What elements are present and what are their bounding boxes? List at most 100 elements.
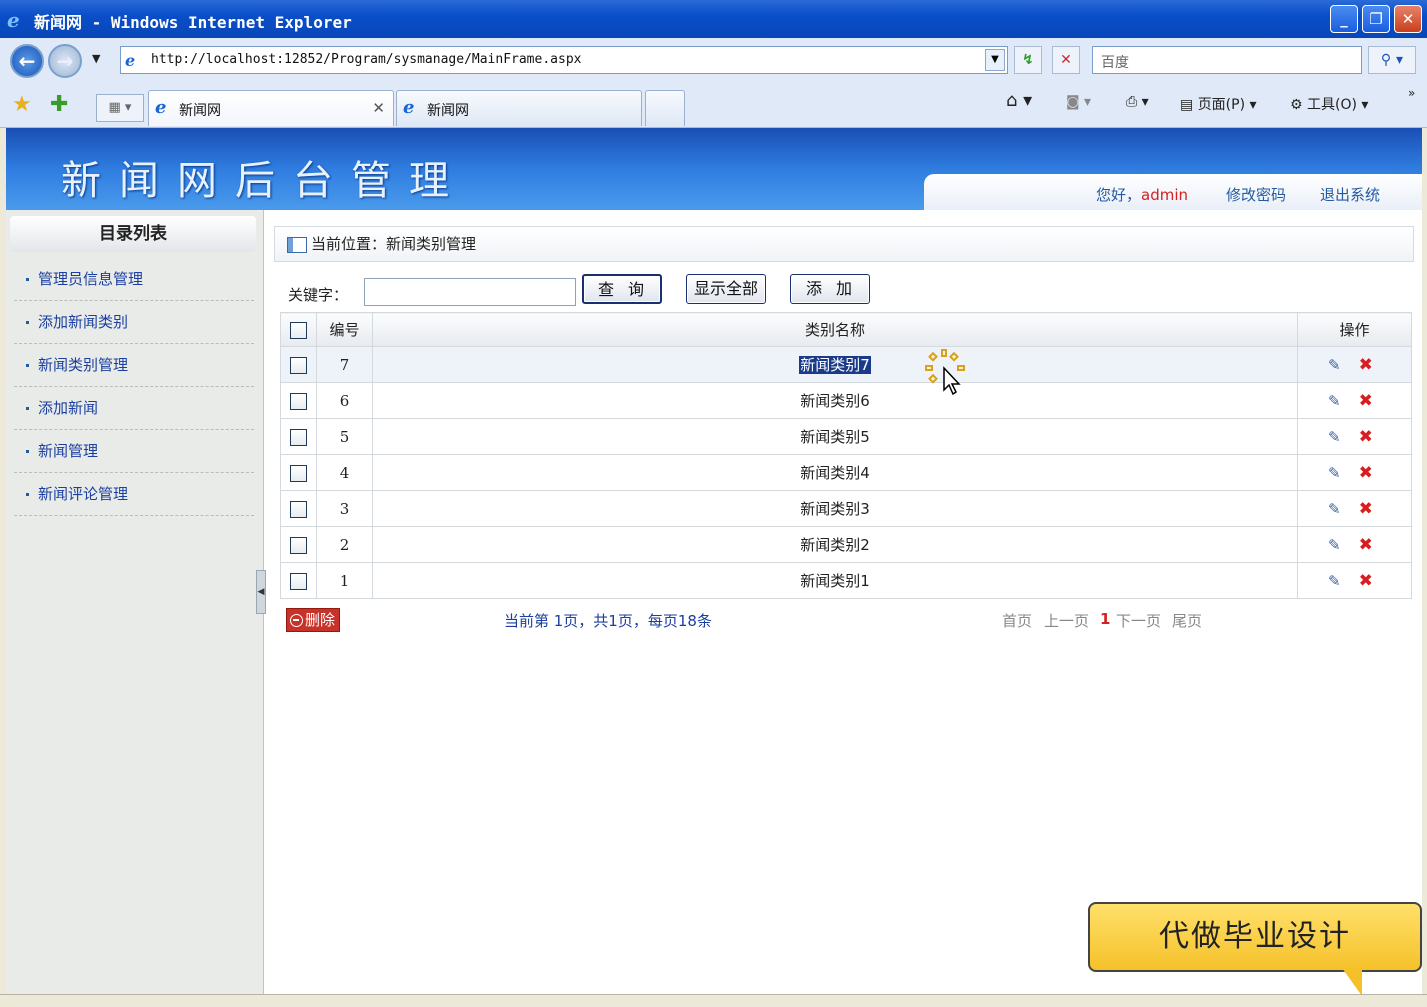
tools-menu[interactable]: ⚙ 工具(O) ▾ — [1290, 94, 1368, 114]
keyword-input[interactable] — [364, 278, 576, 306]
pager-last-link[interactable]: 尾页 — [1172, 610, 1202, 631]
row-name: 新闻类别6 — [372, 382, 1298, 419]
category-table: 编号 类别名称 操作 7 新闻类别7 ✎ ✖ 6 新闻类别6 ✎ ✖ 5 新闻类… — [280, 312, 1412, 599]
delete-x-icon[interactable]: ✖ — [1359, 535, 1373, 555]
favorites-star-icon[interactable]: ★ — [12, 92, 32, 117]
search-input[interactable]: 百度 — [1092, 46, 1362, 74]
search-button[interactable]: ⚲ ▾ — [1368, 46, 1416, 74]
edit-pencil-icon[interactable]: ✎ — [1328, 428, 1341, 446]
add-button[interactable]: 添加 — [790, 274, 870, 304]
keyword-label: 关键字： — [288, 286, 349, 304]
row-id: 3 — [316, 490, 373, 527]
page-icon: e — [125, 51, 136, 70]
stop-button[interactable]: ✕ — [1052, 46, 1080, 74]
delete-x-icon[interactable]: ✖ — [1359, 499, 1373, 519]
row-checkbox[interactable] — [290, 500, 307, 518]
print-icon[interactable]: ⎙ ▾ — [1126, 94, 1149, 110]
add-favorite-icon[interactable]: ✚ — [50, 92, 68, 117]
row-name: 新闻类别7 — [799, 356, 871, 374]
row-name-cell: 新闻类别7 — [372, 346, 1298, 383]
delete-selected-button[interactable]: 删除 — [286, 608, 340, 632]
pager-first-link[interactable]: 首页 — [1002, 610, 1032, 631]
edit-pencil-icon[interactable]: ✎ — [1328, 392, 1341, 410]
page-menu[interactable]: ▤ 页面(P) ▾ — [1180, 94, 1257, 114]
edit-pencil-icon[interactable]: ✎ — [1328, 572, 1341, 590]
quick-tabs-button[interactable]: ▦ ▾ — [96, 94, 144, 122]
refresh-button[interactable]: ↯ — [1014, 46, 1042, 74]
col-actions-header: 操作 — [1297, 312, 1412, 347]
sidebar-item-add-category[interactable]: 添加新闻类别 — [14, 301, 254, 344]
sidebar-item-add-news[interactable]: 添加新闻 — [14, 387, 254, 430]
select-all-checkbox[interactable] — [290, 321, 307, 339]
edit-pencil-icon[interactable]: ✎ — [1328, 536, 1341, 554]
change-password-link[interactable]: 修改密码 — [1226, 184, 1286, 205]
sidebar-item-comment-manage[interactable]: 新闻评论管理 — [14, 473, 254, 516]
table-row: 6 新闻类别6 ✎ ✖ — [280, 382, 1412, 419]
row-name: 新闻类别5 — [372, 418, 1298, 455]
chevron-more-icon[interactable]: » — [1408, 86, 1415, 100]
show-all-button[interactable]: 显示全部 — [686, 274, 766, 304]
delete-x-icon[interactable]: ✖ — [1359, 427, 1373, 447]
query-button[interactable]: 查询 — [582, 274, 662, 304]
window-title-bar[interactable]: e 新闻网 - Windows Internet Explorer _ ❐ ✕ — [0, 0, 1427, 38]
address-dropdown-icon[interactable]: ▼ — [985, 49, 1005, 71]
close-tab-icon[interactable]: ✕ — [372, 99, 385, 117]
row-select-cell — [280, 418, 317, 455]
back-button[interactable]: ← — [10, 44, 44, 78]
table-row: 2 新闻类别2 ✎ ✖ — [280, 526, 1412, 563]
address-input[interactable]: e http://localhost:12852/Program/sysmana… — [120, 46, 1008, 74]
maximize-button[interactable]: ❐ — [1362, 5, 1390, 33]
row-checkbox[interactable] — [290, 572, 307, 590]
page-content: 新闻网后台管理 您好，admin 修改密码 退出系统 目录列表 管理员信息管理 … — [6, 128, 1422, 994]
tab-xinwenwang-2[interactable]: e 新闻网 — [396, 90, 642, 126]
delete-x-icon[interactable]: ✖ — [1359, 391, 1373, 411]
delete-label: 删除 — [305, 611, 336, 629]
feeds-icon[interactable]: ◙ ▾ — [1066, 94, 1091, 110]
logout-link[interactable]: 退出系统 — [1320, 184, 1380, 205]
col-id-header: 编号 — [316, 312, 373, 347]
minimize-button[interactable]: _ — [1330, 5, 1358, 33]
delete-x-icon[interactable]: ✖ — [1359, 355, 1373, 375]
col-name-header: 类别名称 — [372, 312, 1298, 347]
ad-bubble: 代做毕业设计 — [1088, 902, 1422, 972]
delete-x-icon[interactable]: ✖ — [1359, 463, 1373, 483]
breadcrumb-text: 当前位置：新闻类别管理 — [311, 235, 477, 253]
edit-pencil-icon[interactable]: ✎ — [1328, 356, 1341, 374]
ie-tab-icon: e — [403, 97, 415, 118]
tab-label: 新闻网 — [179, 103, 221, 119]
site-banner: 新闻网后台管理 您好，admin 修改密码 退出系统 — [6, 128, 1422, 210]
row-actions: ✎ ✖ — [1297, 526, 1412, 563]
row-actions: ✎ ✖ — [1297, 490, 1412, 527]
sidebar-item-category-manage[interactable]: 新闻类别管理 — [14, 344, 254, 387]
page-info: 当前第 1页，共1页，每页18条 — [504, 612, 712, 630]
sidebar-item-news-manage[interactable]: 新闻管理 — [14, 430, 254, 473]
user-bar: 您好，admin 修改密码 退出系统 — [924, 174, 1422, 210]
tab-xinwenwang-1[interactable]: e 新闻网 ✕ — [148, 90, 394, 126]
row-checkbox[interactable] — [290, 392, 307, 410]
row-id: 1 — [316, 562, 373, 599]
bullet-icon — [26, 278, 29, 281]
bullet-icon — [26, 407, 29, 410]
row-id: 6 — [316, 382, 373, 419]
row-checkbox[interactable] — [290, 356, 307, 374]
sidebar-item-label: 管理员信息管理 — [38, 270, 144, 288]
row-actions: ✎ ✖ — [1297, 382, 1412, 419]
ie-logo-icon: e — [7, 8, 20, 32]
row-checkbox[interactable] — [290, 428, 307, 446]
sidebar-collapse-handle[interactable]: ◀ — [256, 570, 266, 614]
row-checkbox[interactable] — [290, 464, 307, 482]
row-checkbox[interactable] — [290, 536, 307, 554]
history-dropdown-icon[interactable]: ▼ — [92, 52, 100, 65]
pager-prev-link[interactable]: 上一页 — [1044, 610, 1089, 631]
sidebar-item-admin-info[interactable]: 管理员信息管理 — [14, 258, 254, 301]
new-tab-button[interactable] — [645, 90, 685, 126]
edit-pencil-icon[interactable]: ✎ — [1328, 500, 1341, 518]
table-row: 7 新闻类别7 ✎ ✖ — [280, 346, 1412, 383]
home-icon[interactable]: ⌂ ▾ — [1006, 90, 1032, 111]
close-window-button[interactable]: ✕ — [1394, 5, 1422, 33]
row-actions: ✎ ✖ — [1297, 346, 1412, 383]
delete-x-icon[interactable]: ✖ — [1359, 571, 1373, 591]
forward-button[interactable]: → — [48, 44, 82, 78]
pager-next-link[interactable]: 下一页 — [1116, 610, 1161, 631]
edit-pencil-icon[interactable]: ✎ — [1328, 464, 1341, 482]
